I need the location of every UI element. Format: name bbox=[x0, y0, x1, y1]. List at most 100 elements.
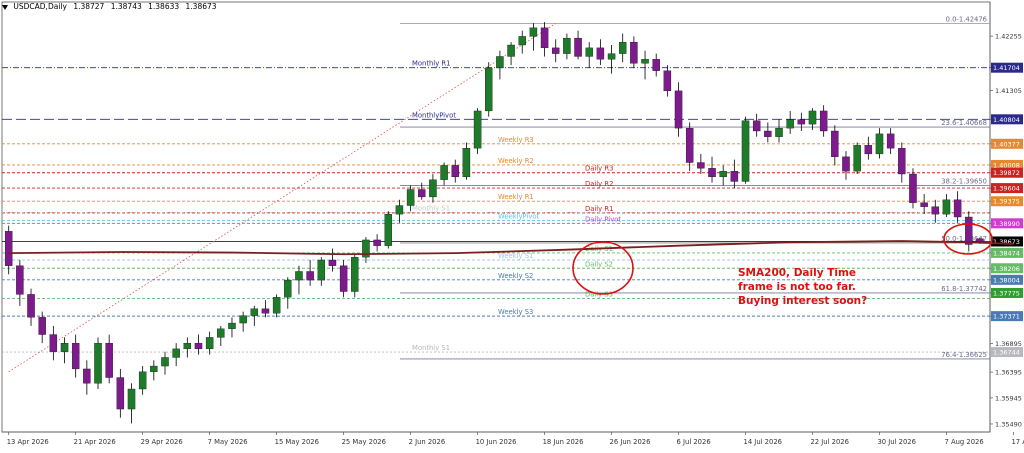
x-tick-label: 2 Jun 2026 bbox=[409, 438, 446, 446]
candle-bear bbox=[886, 133, 895, 149]
candle-bull bbox=[429, 179, 437, 198]
x-tick-label: 29 Apr 2026 bbox=[141, 438, 183, 446]
candle-bear bbox=[920, 202, 928, 207]
y-tick-label: 1.35490 bbox=[995, 420, 1022, 428]
candle-bear bbox=[71, 342, 80, 370]
close-value: 1.38673 bbox=[185, 2, 217, 11]
level-label-monthly-s1-upper: Monthly S1 bbox=[412, 204, 450, 212]
y-tick-label: 1.35945 bbox=[995, 394, 1022, 402]
price-box-text-daily-r2: 1.39604 bbox=[993, 185, 1020, 193]
level-label-weekly-s3: Weekly S3 bbox=[498, 308, 533, 316]
candle-bull bbox=[295, 271, 303, 281]
price-box-text-weekly-r3: 1.40377 bbox=[993, 140, 1020, 148]
y-tick-label: 1.36895 bbox=[995, 340, 1022, 348]
level-label-daily-s2: Daily S2 bbox=[585, 260, 613, 268]
candle-bear bbox=[819, 110, 828, 132]
candle-bull bbox=[618, 41, 627, 54]
level-label-fib-61: 61.8-1.37742 bbox=[941, 285, 987, 293]
candle-bear bbox=[898, 148, 906, 175]
candle-bear bbox=[842, 156, 850, 172]
candle-bull bbox=[228, 322, 236, 329]
candle-bear bbox=[339, 265, 348, 292]
candle-bull bbox=[60, 342, 69, 352]
candle-bear bbox=[116, 377, 125, 410]
candle-bear bbox=[976, 238, 984, 242]
open-value: 1.38727 bbox=[73, 2, 105, 11]
price-chart[interactable]: 1.422551.417041.413051.408041.403771.400… bbox=[0, 0, 1024, 449]
candle-bull bbox=[585, 47, 593, 57]
candle-bull bbox=[205, 337, 214, 350]
candle-bull bbox=[529, 27, 538, 37]
candle-bear bbox=[652, 59, 660, 71]
candle-bull bbox=[440, 165, 448, 180]
annotation-text-line: SMA200, Daily Time bbox=[738, 267, 856, 279]
candle-bull bbox=[507, 44, 515, 57]
candle-bear bbox=[764, 130, 772, 137]
candle-bear bbox=[16, 265, 24, 295]
candle-bull bbox=[395, 205, 404, 215]
candle-bear bbox=[27, 294, 35, 318]
candle-bull bbox=[284, 279, 292, 298]
price-box-text-monthly-r1: 1.41704 bbox=[993, 64, 1020, 72]
candle-bear bbox=[630, 41, 638, 64]
x-tick-label: 14 Jul 2026 bbox=[744, 438, 782, 446]
candle-bull bbox=[786, 119, 794, 129]
candle-bear bbox=[540, 27, 549, 49]
high-value: 1.38743 bbox=[110, 2, 142, 11]
candle-bull bbox=[150, 365, 158, 372]
level-label-top: 0.0-1.42476 bbox=[946, 15, 987, 23]
x-tick-label: 21 Apr 2026 bbox=[74, 438, 116, 446]
candle-bull bbox=[808, 110, 817, 125]
candle-bull bbox=[942, 199, 951, 215]
candle-bear bbox=[418, 189, 426, 198]
candle-bull bbox=[607, 53, 616, 60]
candle-bull bbox=[351, 256, 359, 292]
candle-bear bbox=[797, 119, 806, 125]
candle-bear bbox=[596, 47, 605, 60]
level-label-daily-pivot: Daily Pivot bbox=[585, 215, 621, 223]
y-tick-label: 1.42255 bbox=[995, 33, 1022, 41]
price-box-text-daily-s1: 1.38474 bbox=[993, 249, 1020, 257]
candle-bull bbox=[485, 67, 493, 112]
price-box-text-daily-pivot: 1.38990 bbox=[993, 220, 1020, 228]
chart-header: USDCAD,Daily 1.38727 1.38743 1.38633 1.3… bbox=[2, 2, 221, 11]
candle-bull bbox=[518, 36, 526, 46]
annotation-text-line: frame is not too far. bbox=[738, 281, 856, 293]
candle-bear bbox=[552, 47, 560, 54]
candle-bull bbox=[138, 371, 147, 390]
candle-bear bbox=[194, 342, 203, 350]
price-box-text-fib-61: 1.37775 bbox=[993, 289, 1020, 297]
candle-bull bbox=[741, 120, 750, 182]
candle-bull bbox=[473, 110, 482, 149]
candle-bull bbox=[853, 145, 861, 172]
symbol-label: USDCAD,Daily bbox=[13, 2, 67, 11]
x-tick-label: 10 Jun 2026 bbox=[476, 438, 517, 446]
level-label-weekly-r2: Weekly R2 bbox=[498, 157, 534, 165]
level-label-daily-r2: Daily R2 bbox=[585, 180, 613, 188]
x-tick-label: 18 Jun 2026 bbox=[543, 438, 584, 446]
candle-bear bbox=[4, 231, 13, 266]
candle-bull bbox=[272, 297, 281, 314]
x-tick-label: 30 Jul 2026 bbox=[877, 438, 915, 446]
dropdown-triangle-icon[interactable] bbox=[2, 4, 8, 10]
candle-bear bbox=[328, 259, 337, 266]
candle-bear bbox=[674, 90, 683, 129]
low-value: 1.38633 bbox=[148, 2, 180, 11]
candle-bear bbox=[864, 145, 873, 155]
candle-bull bbox=[94, 342, 102, 384]
candle-bear bbox=[909, 173, 917, 203]
level-label-monthly-r1: Monthly R1 bbox=[412, 60, 450, 68]
chart-window: USDCAD,Daily 1.38727 1.38743 1.38633 1.3… bbox=[0, 0, 1024, 449]
candle-bear bbox=[451, 165, 459, 178]
x-tick-label: 26 Jun 2026 bbox=[610, 438, 651, 446]
candle-bear bbox=[49, 334, 58, 352]
candle-bull bbox=[719, 170, 727, 178]
candle-bear bbox=[708, 168, 716, 178]
candle-bull bbox=[406, 189, 415, 206]
candle-bear bbox=[83, 368, 91, 384]
level-label-monthly-s1: Monthly S1 bbox=[412, 344, 450, 352]
candle-bear bbox=[38, 317, 46, 335]
candle-bear bbox=[105, 342, 113, 378]
candle-bear bbox=[931, 206, 940, 215]
candle-bull bbox=[127, 388, 136, 410]
